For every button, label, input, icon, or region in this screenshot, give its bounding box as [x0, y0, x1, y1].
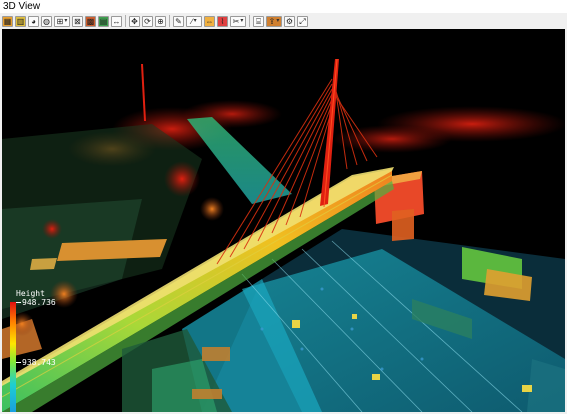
window-title: 3D View	[3, 1, 41, 12]
title-bar[interactable]: 3D View	[0, 0, 567, 14]
draw-line-icon[interactable]: ∕ ▾	[186, 15, 202, 27]
color-wheel-icon[interactable]: ◕	[28, 15, 39, 27]
legend-title: Height	[16, 289, 45, 298]
view-toolbar: ▦ ▥ ◕ ◍ ⊞ ▾ ⊠ ▩ ▤ ↔ ✥ ⟳ ⊕ ✎ ∕ ▾ ⇔ ⌇ ✂ ▾ ⌸ ⇪…	[0, 13, 567, 29]
pan-icon[interactable]: ✥	[129, 15, 140, 27]
legend-min-value: 938.743	[22, 358, 56, 367]
legend-max-value: 948.736	[22, 298, 56, 307]
export-icon[interactable]: ⇪ ▾	[266, 15, 282, 27]
pick-point-icon[interactable]: ✎	[173, 15, 184, 27]
elevation-icon[interactable]: ▤	[98, 15, 109, 27]
height-color-bar	[10, 302, 16, 412]
settings-icon[interactable]: ⚙	[284, 15, 295, 27]
layers-icon[interactable]: ▦	[2, 15, 13, 27]
clip-icon[interactable]: ✂ ▾	[230, 15, 246, 27]
point-cloud-scene	[2, 58, 565, 412]
zoom-icon[interactable]: ⊕	[155, 15, 166, 27]
legend-tick-max	[16, 302, 21, 303]
fit-view-icon[interactable]: ⤢	[297, 15, 308, 27]
rgb-sphere-icon[interactable]: ◍	[41, 15, 52, 27]
fence-icon[interactable]: ⌸	[253, 15, 264, 27]
display-mode-icon[interactable]: ⊞ ▾	[54, 15, 70, 27]
legend-tick-min	[16, 362, 21, 363]
toolbar-separator	[249, 15, 250, 27]
measure-icon[interactable]: ↔	[111, 15, 122, 27]
intensity-icon[interactable]: ▩	[85, 15, 96, 27]
profile-icon[interactable]: ⌇	[217, 15, 228, 27]
class-display-icon[interactable]: ⊠	[72, 15, 83, 27]
point-cloud-viewport[interactable]: Height 948.736 938.743	[2, 29, 565, 412]
section-icon[interactable]: ⇔	[204, 15, 215, 27]
height-legend: Height 948.736 938.743	[2, 289, 82, 412]
3d-view-window: 3D View ▦ ▥ ◕ ◍ ⊞ ▾ ⊠ ▩ ▤ ↔ ✥ ⟳ ⊕ ✎ ∕ ▾ ⇔ …	[0, 0, 567, 414]
height-color-icon[interactable]: ▥	[15, 15, 26, 27]
rotate-icon[interactable]: ⟳	[142, 15, 153, 27]
toolbar-separator	[169, 15, 170, 27]
toolbar-separator	[125, 15, 126, 27]
